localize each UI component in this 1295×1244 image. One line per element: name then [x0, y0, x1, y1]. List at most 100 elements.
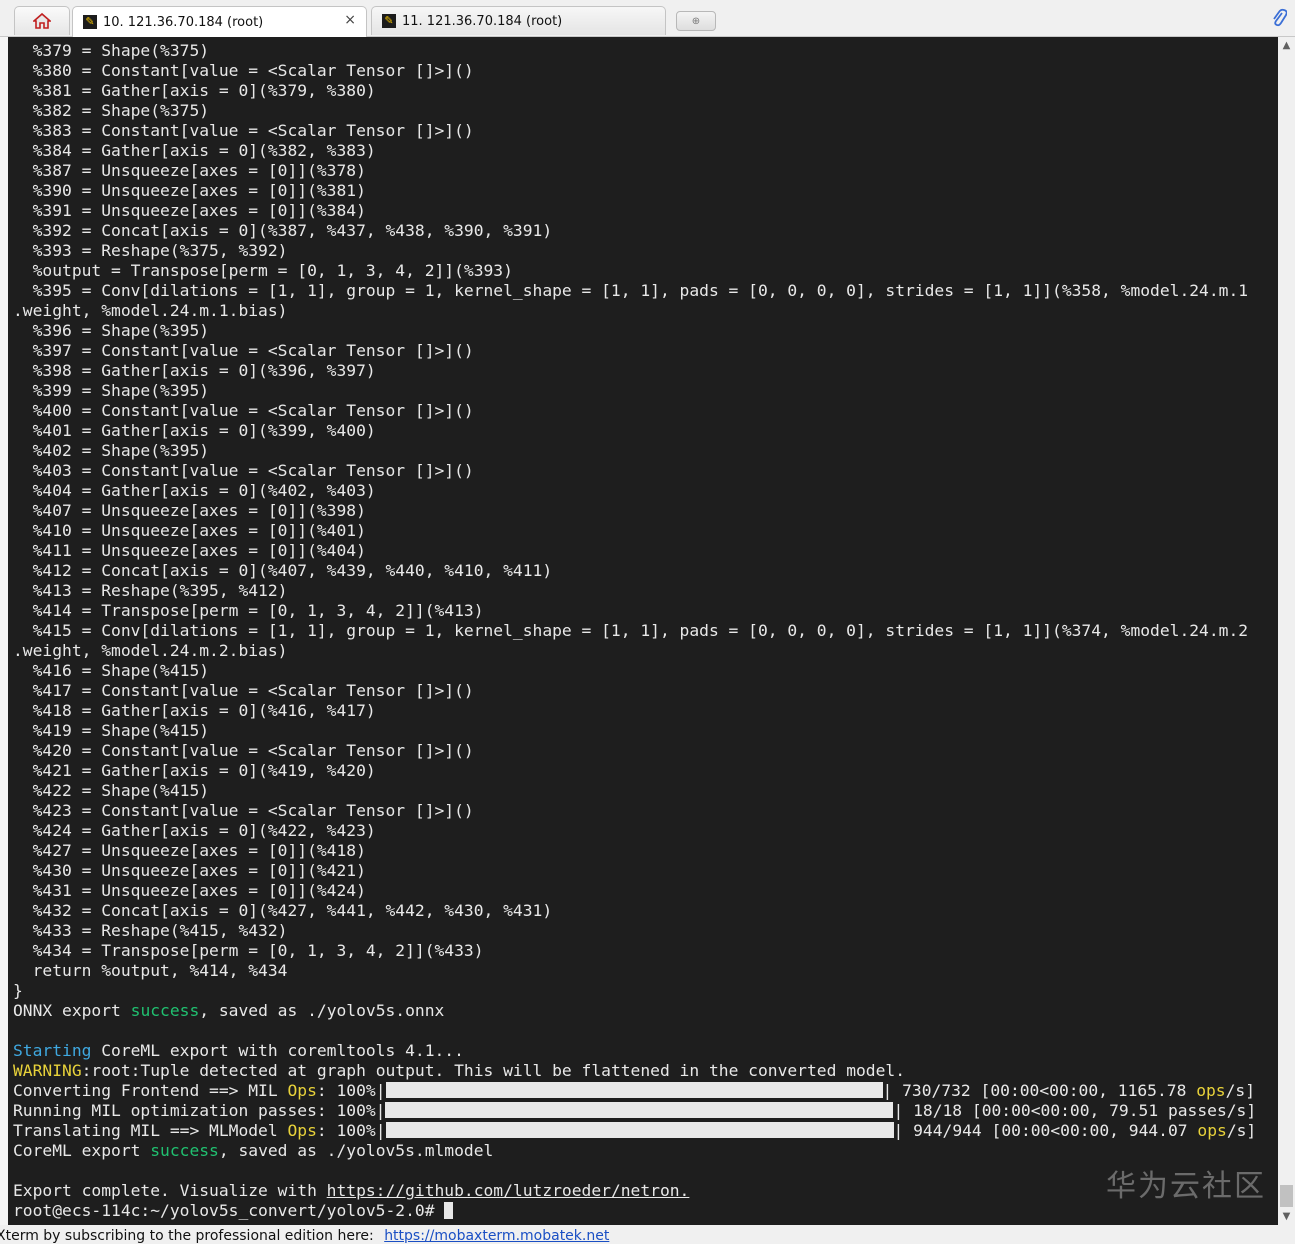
paperclip-icon[interactable] [1271, 8, 1288, 33]
terminal-text: %430 = Unsqueeze[axes = [0]](%421) [13, 861, 366, 880]
terminal-text: %404 = Gather[axis = 0](%402, %403) [13, 481, 376, 500]
terminal-text: | 18/18 [00:00<00:00, 79.51 passes/s] [893, 1101, 1257, 1120]
terminal-text: Ops [287, 1121, 317, 1140]
terminal-text: , saved as ./yolov5s.mlmodel [218, 1141, 494, 1160]
terminal-line: %432 = Concat[axis = 0](%427, %441, %442… [13, 901, 1256, 921]
terminal-line: %383 = Constant[value = <Scalar Tensor [… [13, 121, 1256, 141]
terminal-text: %415 = Conv[dilations = [1, 1], group = … [13, 621, 1249, 640]
terminal-text: %395 = Conv[dilations = [1, 1], group = … [13, 281, 1249, 300]
terminal-text: Translating MIL ==> MLModel [13, 1121, 288, 1140]
terminal-text: /s] [1225, 1081, 1256, 1100]
terminal-line: Converting Frontend ==> MIL Ops: 100%| | … [13, 1081, 1256, 1101]
terminal-text: %411 = Unsqueeze[axes = [0]](%404) [13, 541, 366, 560]
terminal-line: %433 = Reshape(%415, %432) [13, 921, 1256, 941]
terminal-line: %414 = Transpose[perm = [0, 1, 3, 4, 2]]… [13, 601, 1256, 621]
scroll-up-arrow-icon[interactable]: ▲ [1278, 37, 1295, 54]
close-icon[interactable]: × [344, 12, 356, 28]
terminal-text: %401 = Gather[axis = 0](%399, %400) [13, 421, 376, 440]
terminal-text: | 944/944 [00:00<00:00, 944.07 [893, 1121, 1198, 1140]
netron-link[interactable]: https://github.com/lutzroeder/netron. [327, 1181, 690, 1200]
terminal-text: %399 = Shape(%395) [13, 381, 210, 400]
terminal-text: %383 = Constant[value = <Scalar Tensor [… [13, 121, 474, 140]
terminal-text: , saved as ./yolov5s.onnx [199, 1001, 445, 1020]
terminal-icon: ✎ [83, 15, 97, 29]
terminal-line: %427 = Unsqueeze[axes = [0]](%418) [13, 841, 1256, 861]
vertical-scrollbar[interactable]: ▲ ▼ [1278, 37, 1295, 1225]
mobaxterm-link[interactable]: https://mobaxterm.mobatek.net [384, 1228, 609, 1244]
terminal-text: return %output, %414, %434 [13, 961, 288, 980]
terminal-text: %379 = Shape(%375) [13, 41, 210, 60]
terminal-text: %422 = Shape(%415) [13, 781, 210, 800]
terminal-line: %391 = Unsqueeze[axes = [0]](%384) [13, 201, 1256, 221]
terminal-line: %396 = Shape(%395) [13, 321, 1256, 341]
terminal-text: %423 = Constant[value = <Scalar Tensor [… [13, 801, 474, 820]
terminal-text: CoreML export with coremltools 4.1... [91, 1041, 464, 1060]
progress-bar [385, 1102, 894, 1118]
terminal-text: %396 = Shape(%395) [13, 321, 210, 340]
terminal-text: /s] [1226, 1121, 1257, 1140]
watermark: 华为云社区 [1106, 1169, 1266, 1204]
terminal-text: Ops [287, 1081, 317, 1100]
home-icon [33, 12, 51, 29]
terminal-text: %381 = Gather[axis = 0](%379, %380) [13, 81, 376, 100]
terminal-text: %403 = Constant[value = <Scalar Tensor [… [13, 461, 474, 480]
status-bar: Xterm by subscribing to the professional… [0, 1225, 1295, 1244]
terminal-line: %399 = Shape(%395) [13, 381, 1256, 401]
terminal-text: %393 = Reshape(%375, %392) [13, 241, 288, 260]
terminal-text: %417 = Constant[value = <Scalar Tensor [… [13, 681, 474, 700]
terminal-line: %402 = Shape(%395) [13, 441, 1256, 461]
terminal-line: %410 = Unsqueeze[axes = [0]](%401) [13, 521, 1256, 541]
terminal-text: %390 = Unsqueeze[axes = [0]](%381) [13, 181, 366, 200]
home-tab[interactable] [14, 6, 70, 35]
terminal-text: %424 = Gather[axis = 0](%422, %423) [13, 821, 376, 840]
terminal-line: %434 = Transpose[perm = [0, 1, 3, 4, 2]]… [13, 941, 1256, 961]
terminal-line: %419 = Shape(%415) [13, 721, 1256, 741]
progress-bar [385, 1082, 883, 1098]
terminal-line: %382 = Shape(%375) [13, 101, 1256, 121]
terminal-line: %423 = Constant[value = <Scalar Tensor [… [13, 801, 1256, 821]
tab-bar: ✎ 10. 121.36.70.184 (root) × ✎ 11. 121.3… [0, 0, 1295, 37]
terminal-text: ops [1196, 1081, 1226, 1100]
terminal-line: %400 = Constant[value = <Scalar Tensor [… [13, 401, 1256, 421]
terminal-text: Running MIL optimization passes: 100%| [13, 1101, 386, 1120]
terminal-text: %416 = Shape(%415) [13, 661, 210, 680]
terminal-text: ONNX export [13, 1001, 131, 1020]
terminal-cursor [444, 1202, 454, 1219]
tab-session-11[interactable]: ✎ 11. 121.36.70.184 (root) [371, 6, 666, 35]
terminal-text: %410 = Unsqueeze[axes = [0]](%401) [13, 521, 366, 540]
terminal-text: success [130, 1001, 200, 1020]
terminal-text: %420 = Constant[value = <Scalar Tensor [… [13, 741, 474, 760]
terminal-text: %392 = Concat[axis = 0](%387, %437, %438… [13, 221, 553, 240]
terminal-line: %380 = Constant[value = <Scalar Tensor [… [13, 61, 1256, 81]
scroll-down-arrow-icon[interactable]: ▼ [1278, 1208, 1295, 1225]
terminal-text: %412 = Concat[axis = 0](%407, %439, %440… [13, 561, 553, 580]
terminal-pane[interactable]: %379 = Shape(%375) %380 = Constant[value… [8, 37, 1278, 1225]
terminal-text: %414 = Transpose[perm = [0, 1, 3, 4, 2]]… [13, 601, 484, 620]
scroll-thumb[interactable] [1280, 1185, 1293, 1207]
terminal-line: %398 = Gather[axis = 0](%396, %397) [13, 361, 1256, 381]
terminal-text: %434 = Transpose[perm = [0, 1, 3, 4, 2]]… [13, 941, 484, 960]
terminal-line: %415 = Conv[dilations = [1, 1], group = … [13, 621, 1256, 641]
terminal-line: Translating MIL ==> MLModel Ops: 100%| | … [13, 1121, 1256, 1141]
terminal-line: %407 = Unsqueeze[axes = [0]](%398) [13, 501, 1256, 521]
window-frame [0, 37, 8, 1225]
terminal-text: Converting Frontend ==> MIL [13, 1081, 288, 1100]
new-tab-button[interactable]: ⊕ [676, 11, 716, 31]
terminal-line: } [13, 981, 1256, 1001]
tab-session-10[interactable]: ✎ 10. 121.36.70.184 (root) × [72, 6, 367, 37]
terminal-text: CoreML export [13, 1141, 151, 1160]
terminal-line: %401 = Gather[axis = 0](%399, %400) [13, 421, 1256, 441]
terminal-line: %417 = Constant[value = <Scalar Tensor [… [13, 681, 1256, 701]
terminal-line: %379 = Shape(%375) [13, 41, 1256, 61]
tab-label: 10. 121.36.70.184 (root) [103, 14, 264, 30]
terminal-line: CoreML export success, saved as ./yolov5… [13, 1141, 1256, 1161]
terminal-text: %384 = Gather[axis = 0](%382, %383) [13, 141, 376, 160]
terminal-line: %411 = Unsqueeze[axes = [0]](%404) [13, 541, 1256, 561]
terminal-text: %397 = Constant[value = <Scalar Tensor [… [13, 341, 474, 360]
terminal-text: : 100%| [316, 1121, 386, 1140]
terminal-text: %433 = Reshape(%415, %432) [13, 921, 288, 940]
terminal-text: Starting [13, 1041, 92, 1060]
terminal-text: %402 = Shape(%395) [13, 441, 210, 460]
